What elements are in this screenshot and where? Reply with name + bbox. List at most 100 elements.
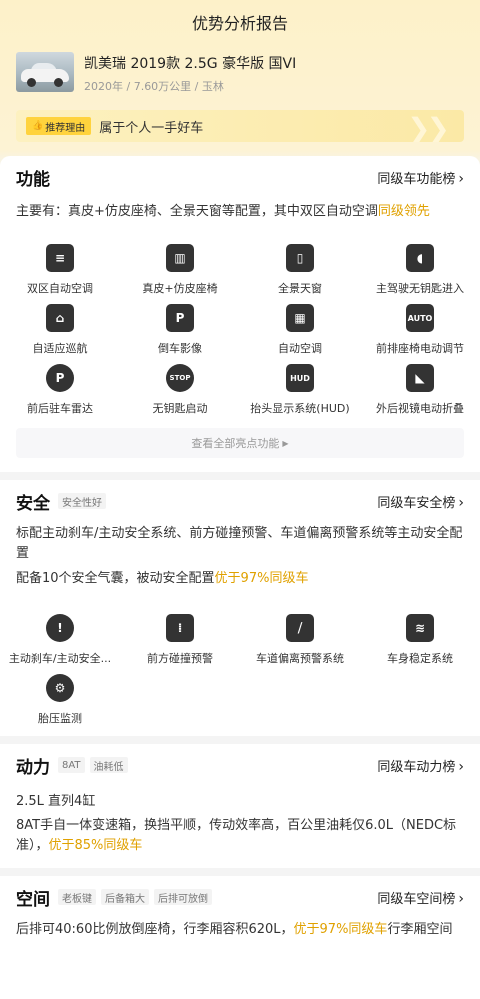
mirror-fold-icon: ◣ <box>406 364 434 392</box>
feature-item[interactable]: ≡ 双区自动空调 <box>0 244 120 296</box>
feature-label: 倒车影像 <box>158 342 202 355</box>
feature-item[interactable]: ◣ 外后视镜电动折叠 <box>360 364 480 416</box>
auto-ac-icon: ▦ <box>286 304 314 332</box>
stability-control-icon: ≋ <box>406 614 434 642</box>
functions-rank-link[interactable]: 同级车功能榜 › <box>377 168 464 187</box>
collision-warning-icon: ⁞ <box>166 614 194 642</box>
recommend-reason-bar: 👍 推荐理由 属于个人一手好车 ❯❯ <box>16 110 464 142</box>
space-tag: 老板键 <box>58 889 96 905</box>
thumbs-up-icon: 👍 <box>32 121 44 131</box>
feature-label: 胎压监测 <box>38 712 82 725</box>
feature-label: 抬头显示系统(HUD) <box>250 402 350 415</box>
hud-icon: HUD <box>286 364 314 392</box>
feature-label: 主动刹车/主动安全... <box>8 652 112 665</box>
safety-desc-highlight: 优于97%同级车 <box>214 571 309 586</box>
feature-item[interactable]: STOP 无钥匙启动 <box>120 364 240 416</box>
active-brake-icon: ! <box>46 614 74 642</box>
panoramic-sunroof-icon: ▯ <box>286 244 314 272</box>
space-rank-link[interactable]: 同级车空间榜 › <box>377 888 464 907</box>
functions-rank-label: 同级车功能榜 <box>377 171 456 187</box>
safety-desc-text: 配备10个安全气囊，被动安全配置 <box>16 571 215 586</box>
functions-desc-highlight: 同级领先 <box>377 204 430 219</box>
power-header: 动力 8AT 油耗低 同级车动力榜 › <box>16 754 464 778</box>
leather-seat-icon: ▥ <box>166 244 194 272</box>
car-name: 凯美瑞 2019款 2.5G 豪华版 国VI <box>84 56 297 72</box>
feature-item[interactable]: ⧸ 车道偏离预警系统 <box>240 614 360 666</box>
feature-label: 全景天窗 <box>278 282 322 295</box>
space-card: 空间 老板键 后备箱大 后排可放倒 同级车空间榜 › 后排可40:60比例放倒座椅… <box>0 876 480 999</box>
power-title: 动力 <box>16 757 50 778</box>
recommend-badge: 👍 推荐理由 <box>26 117 92 135</box>
car-meta: 2020年 / 7.60万公里 / 玉林 <box>84 80 224 93</box>
power-tag: 8AT <box>58 757 85 773</box>
feature-item[interactable]: ▯ 全景天窗 <box>240 244 360 296</box>
adaptive-cruise-icon: ⌂ <box>46 304 74 332</box>
feature-label: 车道偏离预警系统 <box>256 652 344 665</box>
feature-label: 双区自动空调 <box>27 282 93 295</box>
car-info[interactable]: 凯美瑞 2019款 2.5G 豪华版 国VI 2020年 / 7.60万公里 /… <box>16 52 464 96</box>
feature-item[interactable]: ▥ 真皮+仿皮座椅 <box>120 244 240 296</box>
keyless-entry-icon: ◖ <box>406 244 434 272</box>
power-rank-link[interactable]: 同级车动力榜 › <box>377 756 464 775</box>
safety-rank-link[interactable]: 同级车安全榜 › <box>377 492 464 511</box>
safety-card: 安全 安全性好 同级车安全榜 › 标配主动刹车/主动安全系统、前方碰撞预警、车道偏… <box>0 480 480 736</box>
feature-item[interactable]: ⚙ 胎压监测 <box>0 674 120 726</box>
triangle-right-icon: ▶ <box>282 438 289 448</box>
feature-label: 自适应巡航 <box>32 342 88 355</box>
power-rank-label: 同级车动力榜 <box>377 759 456 775</box>
power-description: 8AT手自一体变速箱，换挡平顺，传动效率高，百公里油耗仅6.0L（NEDC标准）… <box>16 816 464 856</box>
feature-label: 车身稳定系统 <box>387 652 453 665</box>
page-title: 优势分析报告 <box>191 14 288 33</box>
feature-label: 真皮+仿皮座椅 <box>142 282 218 295</box>
lane-departure-icon: ⧸ <box>286 614 314 642</box>
space-rank-label: 同级车空间榜 <box>377 891 456 907</box>
car-thumbnail[interactable] <box>16 52 74 92</box>
feature-item[interactable]: ⌂ 自适应巡航 <box>0 304 120 356</box>
recommend-badge-label: 推荐理由 <box>45 122 86 134</box>
space-title: 空间 <box>16 889 50 910</box>
safety-description: 标配主动刹车/主动安全系统、前方碰撞预警、车道偏离预警系统等主动安全配置 <box>16 526 463 561</box>
feature-item[interactable]: ! 主动刹车/主动安全... <box>0 614 120 666</box>
safety-title: 安全 <box>16 493 50 514</box>
space-tag: 后排可放倒 <box>154 889 212 905</box>
space-tag: 后备箱大 <box>101 889 149 905</box>
parking-radar-icon: P <box>46 364 74 392</box>
safety-header: 安全 安全性好 同级车安全榜 › <box>16 490 464 514</box>
safety-rank-label: 同级车安全榜 <box>377 495 456 511</box>
functions-desc-text: 主要有：真皮+仿皮座椅、全景天窗等配置，其中双区自动空调 <box>16 204 378 219</box>
chevron-right-icon: › <box>458 170 464 187</box>
space-header: 空间 老板键 后备箱大 后排可放倒 同级车空间榜 › <box>16 886 464 910</box>
feature-label: 主驾驶无钥匙进入 <box>376 282 464 295</box>
safety-tag: 安全性好 <box>58 493 106 509</box>
feature-item[interactable]: HUD 抬头显示系统(HUD) <box>240 364 360 416</box>
view-all-label: 查看全部亮点功能 <box>191 437 280 450</box>
chevron-right-icon: › <box>458 494 464 511</box>
page-header: 优势分析报告 <box>0 0 480 44</box>
power-desc-highlight: 优于85%同级车 <box>48 838 143 853</box>
keyless-start-icon: STOP <box>166 364 194 392</box>
feature-item[interactable]: ◖ 主驾驶无钥匙进入 <box>360 244 480 296</box>
feature-label: 前方碰撞预警 <box>147 652 213 665</box>
chevron-right-icon: › <box>458 890 464 907</box>
chevron-right-icon: › <box>458 758 464 775</box>
space-desc-text: 后排可40:60比例放倒座椅，行李厢容积620L， <box>16 922 294 937</box>
feature-label: 自动空调 <box>278 342 322 355</box>
feature-item[interactable]: ⁞ 前方碰撞预警 <box>120 614 240 666</box>
chevron-decoration-icon: ❯❯ <box>407 112 450 142</box>
feature-item[interactable]: ▦ 自动空调 <box>240 304 360 356</box>
feature-item[interactable]: AUTO 前排座椅电动调节 <box>360 304 480 356</box>
space-desc-suffix: 行李厢空间 <box>387 922 453 937</box>
space-description: 后排可40:60比例放倒座椅，行李厢容积620L，优于97%同级车行李厢空间 <box>16 920 464 940</box>
functions-header: 功能 同级车功能榜 › <box>16 166 464 190</box>
feature-label: 外后视镜电动折叠 <box>376 402 464 415</box>
power-card: 动力 8AT 油耗低 同级车动力榜 › 2.5L 直列4缸 8AT手自一体变速箱，… <box>0 744 480 868</box>
functions-description: 主要有：真皮+仿皮座椅、全景天窗等配置，其中双区自动空调同级领先 <box>16 202 464 222</box>
tire-pressure-icon: ⚙ <box>46 674 74 702</box>
feature-item[interactable]: P 倒车影像 <box>120 304 240 356</box>
feature-label: 前排座椅电动调节 <box>376 342 464 355</box>
feature-label: 无钥匙启动 <box>152 402 208 415</box>
view-all-features-button[interactable]: 查看全部亮点功能 ▶ <box>16 428 464 458</box>
feature-item[interactable]: ≋ 车身稳定系统 <box>360 614 480 666</box>
rear-camera-icon: P <box>166 304 194 332</box>
feature-item[interactable]: P 前后驻车雷达 <box>0 364 120 416</box>
